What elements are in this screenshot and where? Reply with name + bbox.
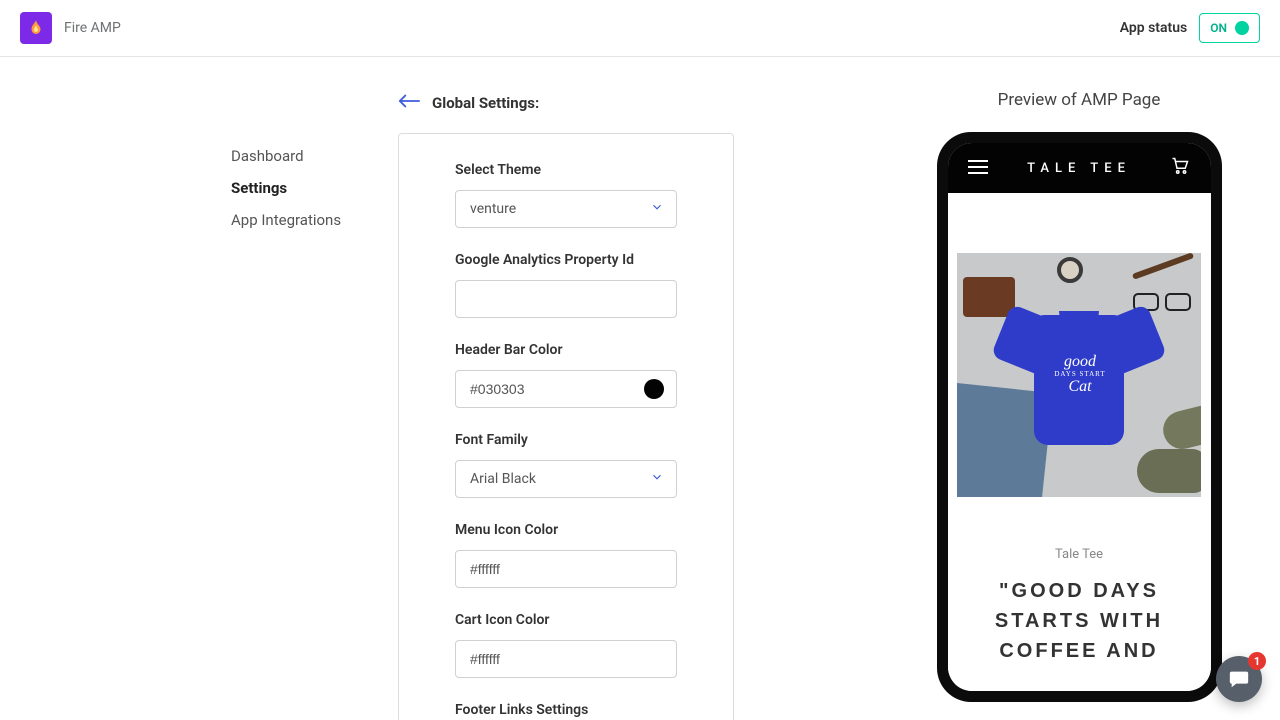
preview-product-image: good DAYS START Cat (957, 253, 1201, 497)
app-logo (20, 12, 52, 44)
chat-button[interactable]: 1 (1216, 656, 1262, 702)
preview-header-bar: TALE TEE (948, 143, 1211, 193)
tshirt-print-line1: good (1047, 353, 1113, 371)
preview-product-title: "GOOD DAYS STARTS WITH COFFEE AND (948, 576, 1211, 666)
sidebar-item-dashboard[interactable]: Dashboard (231, 147, 398, 165)
chevron-down-icon (650, 200, 664, 218)
menu-icon[interactable] (968, 159, 988, 178)
preview-brand: TALE TEE (1027, 161, 1131, 176)
header-color-input[interactable] (470, 381, 662, 397)
theme-label: Select Theme (455, 162, 677, 178)
theme-select[interactable]: venture (455, 190, 677, 228)
main-panel: Global Settings: Select Theme venture Go… (398, 57, 878, 720)
back-arrow-icon[interactable] (398, 93, 420, 113)
preview-vendor: Tale Tee (1055, 547, 1103, 562)
ga-input-wrapper (455, 280, 677, 318)
ga-label: Google Analytics Property Id (455, 252, 677, 268)
tshirt-graphic: good DAYS START Cat (989, 285, 1169, 455)
sidebar-item-settings[interactable]: Settings (231, 179, 398, 197)
menu-icon-color-input[interactable] (470, 561, 662, 577)
app-status-toggle[interactable]: ON (1199, 13, 1260, 43)
menu-icon-color-input-wrapper (455, 550, 677, 588)
cart-icon-color-label: Cart Icon Color (455, 612, 677, 628)
app-status-label: App status (1120, 20, 1188, 36)
settings-card: Select Theme venture Google Analytics Pr… (398, 133, 734, 720)
chevron-down-icon (650, 470, 664, 488)
preview-title: Preview of AMP Page (998, 90, 1161, 110)
preview-body: good DAYS START Cat Tale Tee "GOOD DAYS … (948, 193, 1211, 691)
menu-icon-color-label: Menu Icon Color (455, 522, 677, 538)
tshirt-print-line2: DAYS START (1047, 371, 1113, 379)
sidebar-item-app-integrations[interactable]: App Integrations (231, 211, 398, 229)
theme-value: venture (470, 201, 516, 217)
header-color-label: Header Bar Color (455, 342, 677, 358)
cart-icon-color-input[interactable] (470, 651, 662, 667)
font-family-select[interactable]: Arial Black (455, 460, 677, 498)
status-dot-icon (1235, 21, 1249, 35)
footer-links-label: Footer Links Settings (455, 702, 677, 718)
phone-screen: TALE TEE (948, 143, 1211, 691)
top-bar: Fire AMP App status ON (0, 0, 1280, 57)
font-family-value: Arial Black (470, 471, 536, 487)
cart-icon[interactable] (1170, 157, 1190, 179)
ga-input[interactable] (470, 291, 662, 307)
header-color-input-wrapper (455, 370, 677, 408)
tshirt-print-line3: Cat (1047, 378, 1113, 396)
chat-icon (1228, 668, 1250, 690)
page-title: Global Settings: (432, 94, 539, 112)
header-color-swatch-icon[interactable] (644, 379, 664, 399)
cart-icon-color-input-wrapper (455, 640, 677, 678)
phone-frame: TALE TEE (937, 132, 1222, 702)
flame-icon (27, 17, 45, 39)
sidebar: Dashboard Settings App Integrations (0, 57, 398, 720)
app-name: Fire AMP (64, 20, 121, 36)
preview-panel: Preview of AMP Page TALE TEE (878, 57, 1280, 720)
chat-badge: 1 (1248, 652, 1266, 670)
app-status-value: ON (1210, 21, 1227, 35)
font-family-label: Font Family (455, 432, 677, 448)
